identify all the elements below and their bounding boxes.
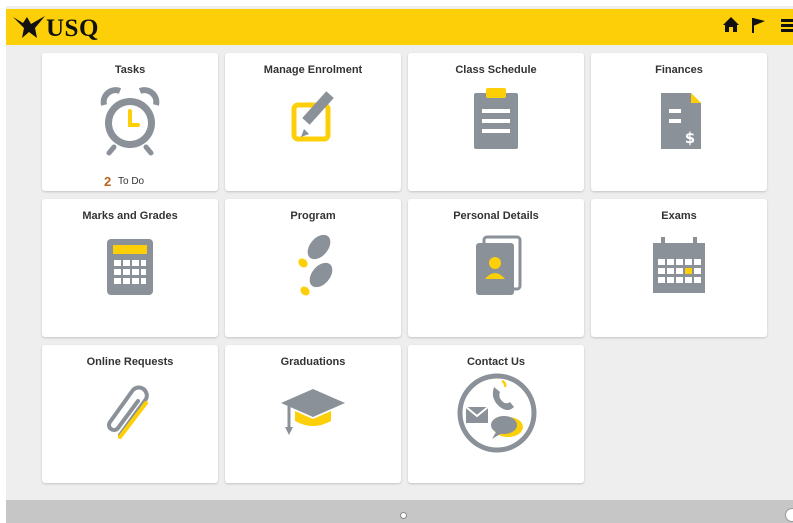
tile-title: Finances bbox=[655, 64, 703, 76]
logo-text: USQ bbox=[46, 15, 99, 42]
tile-manage-enrolment[interactable]: Manage Enrolment bbox=[225, 53, 401, 191]
page-indicator-dot[interactable] bbox=[400, 512, 407, 519]
invoice-dollar-icon: $ bbox=[661, 93, 701, 149]
tile-title: Class Schedule bbox=[455, 64, 537, 76]
tile-contact-us[interactable]: Contact Us bbox=[408, 345, 584, 483]
contact-book-icon bbox=[476, 235, 522, 295]
tile-online-requests[interactable]: Online Requests bbox=[42, 345, 218, 483]
top-bar: USQ bbox=[6, 9, 793, 45]
flag-icon[interactable] bbox=[750, 16, 768, 34]
graduation-cap-icon bbox=[281, 389, 345, 435]
task-count-label: To Do bbox=[118, 176, 145, 187]
task-count: 2 bbox=[104, 174, 112, 189]
usq-bird-icon bbox=[13, 16, 45, 38]
tile-title: Marks and Grades bbox=[82, 210, 178, 222]
app-frame: USQ Tasks 2 To Do Manage Enrolment Class… bbox=[6, 6, 793, 523]
tile-title: Manage Enrolment bbox=[263, 64, 363, 76]
clipboard-icon bbox=[474, 88, 518, 149]
tile-finances[interactable]: Finances $ bbox=[591, 53, 767, 191]
home-icon[interactable] bbox=[722, 16, 740, 34]
footprints-icon bbox=[298, 234, 333, 296]
tile-title: Online Requests bbox=[86, 356, 174, 368]
tile-title: Tasks bbox=[114, 64, 146, 76]
edit-pencil-icon bbox=[291, 91, 334, 142]
tile-exams[interactable]: Exams bbox=[591, 199, 767, 337]
paperclip-icon bbox=[107, 385, 149, 439]
tile-program[interactable]: Program bbox=[225, 199, 401, 337]
menu-icon[interactable] bbox=[781, 16, 793, 34]
header-actions bbox=[713, 16, 793, 38]
tile-marks-and-grades[interactable]: Marks and Grades bbox=[42, 199, 218, 337]
alarm-clock-icon bbox=[100, 87, 160, 156]
bottom-bar bbox=[6, 500, 793, 523]
usq-logo[interactable]: USQ bbox=[12, 12, 112, 44]
contact-phone-mail-icon bbox=[457, 373, 537, 453]
calendar-icon bbox=[653, 237, 705, 293]
tile-title: Personal Details bbox=[453, 210, 539, 222]
svg-text:$: $ bbox=[685, 129, 695, 147]
tile-title: Program bbox=[290, 210, 336, 222]
tile-class-schedule[interactable]: Class Schedule bbox=[408, 53, 584, 191]
tile-graduations[interactable]: Graduations bbox=[225, 345, 401, 483]
tile-personal-details[interactable]: Personal Details bbox=[408, 199, 584, 337]
tile-title: Exams bbox=[661, 210, 697, 222]
tile-title: Graduations bbox=[280, 356, 346, 368]
calculator-icon bbox=[107, 239, 153, 295]
tile-title: Contact Us bbox=[466, 356, 526, 368]
tile-tasks[interactable]: Tasks 2 To Do bbox=[42, 53, 218, 191]
scroll-indicator[interactable] bbox=[785, 508, 793, 522]
